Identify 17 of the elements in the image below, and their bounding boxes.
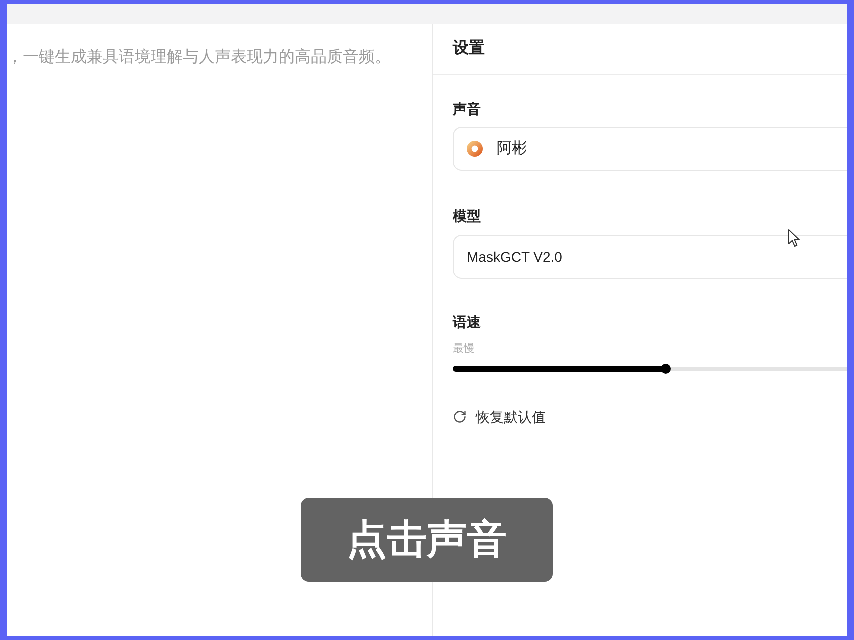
refresh-icon [453,410,467,424]
settings-title: 设置 [453,39,485,59]
voice-select[interactable]: 阿彬 [453,127,847,171]
intro-text: ，一键生成兼具语境理解与人声表现力的高品质音频。 [7,48,391,68]
speed-slider-track[interactable] [453,364,847,374]
ring-icon [467,141,483,157]
speed-slider-thumb[interactable] [660,364,671,374]
model-select[interactable]: MaskGCT V2.0 [453,235,847,279]
voice-label: 声音 [453,100,481,119]
reset-defaults-button[interactable]: 恢复默认值 [453,407,546,427]
caption-text: 点击声音 [347,517,507,564]
slowest-label: 最慢 [453,342,475,356]
speed-label: 语速 [453,313,481,332]
voice-name: 阿彬 [497,139,527,159]
model-label: 模型 [453,207,481,226]
model-name: MaskGCT V2.0 [467,248,562,267]
mouse-pointer-icon [788,229,801,248]
